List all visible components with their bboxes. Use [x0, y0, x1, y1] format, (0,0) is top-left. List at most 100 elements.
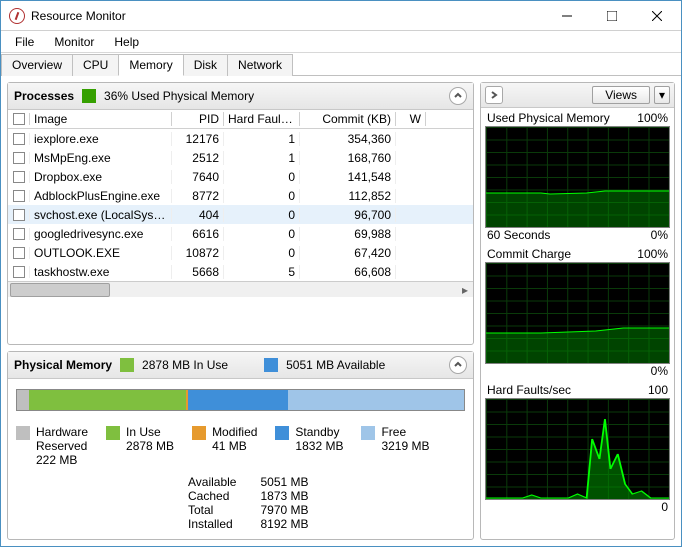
row-checkbox[interactable] [13, 190, 25, 202]
minimize-button[interactable] [544, 1, 589, 30]
stat-installed-value: 8192 MB [260, 517, 308, 531]
cell-pid: 6616 [172, 227, 224, 241]
menu-file[interactable]: File [7, 33, 42, 51]
views-dropdown-icon[interactable]: ▾ [654, 86, 670, 104]
available-header-text: 5051 MB Available [286, 358, 385, 372]
stat-installed-label: Installed [188, 517, 236, 531]
row-checkbox[interactable] [13, 228, 25, 240]
table-row[interactable]: svchost.exe (LocalSystemNet... 404 0 96,… [8, 205, 473, 224]
cell-image: Dropbox.exe [30, 170, 172, 184]
chart-max: 100% [637, 247, 668, 261]
cell-hard-faults: 0 [224, 208, 300, 222]
tab-network[interactable]: Network [227, 54, 293, 76]
charts-panel: Views ▾ Used Physical Memory 100% 60 Seco… [480, 82, 675, 540]
chart-hard-faults: Hard Faults/sec100 0 [481, 380, 674, 516]
col-w[interactable]: W [396, 112, 426, 126]
scroll-right-icon[interactable]: ▸ [457, 283, 473, 297]
physical-memory-header[interactable]: Physical Memory 2878 MB In Use 5051 MB A… [8, 352, 473, 379]
chart-canvas [485, 398, 670, 500]
cell-hard-faults: 5 [224, 265, 300, 279]
tab-memory[interactable]: Memory [118, 54, 183, 76]
col-pid[interactable]: PID [172, 112, 224, 126]
processes-title: Processes [14, 89, 74, 103]
inuse-header-text: 2878 MB In Use [142, 358, 228, 372]
free-label: Free3219 MB [381, 425, 429, 453]
stat-cached-label: Cached [188, 489, 236, 503]
expand-left-icon[interactable] [485, 86, 503, 104]
views-button[interactable]: Views [592, 86, 650, 104]
available-swatch-icon [264, 358, 278, 372]
cell-commit: 67,420 [300, 246, 396, 260]
cell-commit: 112,852 [300, 189, 396, 203]
cell-image: taskhostw.exe [30, 265, 172, 279]
memory-legend: Hardware Reserved222 MB In Use2878 MB Mo… [8, 421, 473, 473]
col-image[interactable]: Image [30, 112, 172, 126]
cell-commit: 141,548 [300, 170, 396, 184]
table-header: Image PID Hard Faults... Commit (KB) W [8, 110, 473, 129]
table-row[interactable]: OUTLOOK.EXE 10872 0 67,420 [8, 243, 473, 262]
col-hard-faults[interactable]: Hard Faults... [224, 112, 300, 126]
cell-image: OUTLOOK.EXE [30, 246, 172, 260]
maximize-button[interactable] [589, 1, 634, 30]
table-row[interactable]: AdblockPlusEngine.exe 8772 0 112,852 [8, 186, 473, 205]
tab-disk[interactable]: Disk [183, 54, 228, 76]
chart-xright: 0% [651, 228, 668, 242]
menu-help[interactable]: Help [106, 33, 147, 51]
physical-memory-title: Physical Memory [14, 358, 112, 372]
app-icon [9, 8, 25, 24]
cell-hard-faults: 0 [224, 246, 300, 260]
table-row[interactable]: MsMpEng.exe 2512 1 168,760 [8, 148, 473, 167]
processes-header[interactable]: Processes 36% Used Physical Memory [8, 83, 473, 110]
row-checkbox[interactable] [13, 266, 25, 278]
processes-table: Image PID Hard Faults... Commit (KB) W i… [8, 110, 473, 344]
row-checkbox[interactable] [13, 133, 25, 145]
tab-cpu[interactable]: CPU [72, 54, 119, 76]
col-commit[interactable]: Commit (KB) [300, 112, 396, 126]
standby-label: Standby1832 MB [295, 425, 343, 453]
collapse-icon[interactable] [449, 87, 467, 105]
cell-hard-faults: 0 [224, 170, 300, 184]
modified-label: Modified41 MB [212, 425, 257, 453]
window-title: Resource Monitor [31, 9, 544, 23]
row-checkbox[interactable] [13, 152, 25, 164]
collapse-icon[interactable] [449, 356, 467, 374]
chart-xleft: 60 Seconds [487, 228, 550, 242]
table-row[interactable]: Dropbox.exe 7640 0 141,548 [8, 167, 473, 186]
charts-header: Views ▾ [481, 83, 674, 108]
cell-pid: 404 [172, 208, 224, 222]
memory-stats: Available Cached Total Installed 5051 MB… [8, 473, 473, 539]
cell-image: svchost.exe (LocalSystemNet... [30, 208, 172, 222]
table-row[interactable]: iexplore.exe 12176 1 354,360 [8, 129, 473, 148]
cell-image: MsMpEng.exe [30, 151, 172, 165]
chart-title: Used Physical Memory [487, 111, 610, 125]
close-button[interactable] [634, 1, 679, 30]
cell-hard-faults: 1 [224, 151, 300, 165]
cell-pid: 5668 [172, 265, 224, 279]
cell-hard-faults: 0 [224, 227, 300, 241]
row-checkbox[interactable] [13, 247, 25, 259]
chart-used-memory: Used Physical Memory100% 60 Seconds0% [481, 108, 674, 244]
stat-total-label: Total [188, 503, 236, 517]
scrollbar-thumb[interactable] [10, 283, 110, 297]
stat-available-value: 5051 MB [260, 475, 308, 489]
horizontal-scrollbar[interactable]: ▸ [8, 281, 473, 297]
table-row[interactable]: googledrivesync.exe 6616 0 69,988 [8, 224, 473, 243]
cell-commit: 69,988 [300, 227, 396, 241]
table-row[interactable]: taskhostw.exe 5668 5 66,608 [8, 262, 473, 281]
tab-overview[interactable]: Overview [1, 54, 73, 76]
hw-label: Hardware Reserved222 MB [36, 425, 88, 467]
free-swatch [361, 426, 375, 440]
cell-hard-faults: 0 [224, 189, 300, 203]
row-checkbox[interactable] [13, 209, 25, 221]
row-checkbox[interactable] [13, 171, 25, 183]
menu-monitor[interactable]: Monitor [46, 33, 102, 51]
menubar: File Monitor Help [1, 31, 681, 53]
select-all-checkbox[interactable] [13, 113, 25, 125]
cell-image: googledrivesync.exe [30, 227, 172, 241]
chart-title: Hard Faults/sec [487, 383, 571, 397]
cell-commit: 66,608 [300, 265, 396, 279]
cell-hard-faults: 1 [224, 132, 300, 146]
memory-bar [16, 389, 465, 411]
chart-xright: 0% [651, 364, 668, 378]
cell-image: AdblockPlusEngine.exe [30, 189, 172, 203]
